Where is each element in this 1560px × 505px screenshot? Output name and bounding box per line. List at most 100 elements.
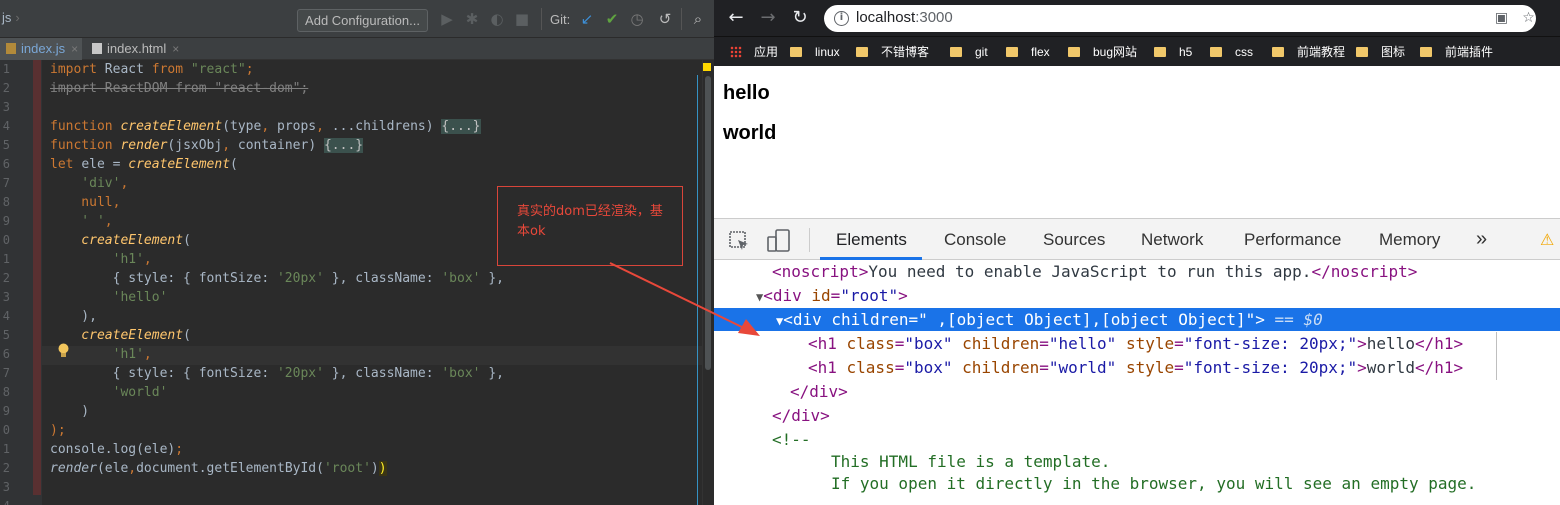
code-line[interactable]: { style: { fontSize: '20px' }, className… [50, 269, 504, 288]
close-icon[interactable]: × [71, 42, 78, 56]
warning-icon[interactable]: ⚠ [1540, 231, 1558, 249]
address-bar[interactable]: i localhost:3000 ▣ ☆ [824, 5, 1536, 32]
selected-dom-row[interactable]: ▼<div children=" ,[object Object],[objec… [714, 308, 1560, 331]
git-rollback-icon[interactable]: ↺ [655, 9, 675, 29]
bookmark-item[interactable]: 图标 [1356, 44, 1405, 60]
comment-line: This HTML file is a template. [831, 450, 1110, 474]
tab-performance[interactable]: Performance [1244, 230, 1341, 250]
lightbulb-icon[interactable] [57, 343, 70, 358]
code-editor[interactable]: 1 2 3 4 5 6 7 8 9 0 1 2 3 4 5 6 7 8 9 0 1 2 3 4 import React fro… [0, 60, 704, 505]
code-token: }, className: [323, 271, 442, 286]
code-line[interactable]: ) [50, 402, 89, 421]
dom-node-h1-hello[interactable]: <h1 class="box" children="hello" style="… [808, 332, 1463, 356]
code-line[interactable]: ' ', [50, 212, 113, 231]
dom-node-h1-world[interactable]: <h1 class="box" children="world" style="… [808, 356, 1463, 380]
bookmark-label: 图标 [1381, 45, 1406, 59]
code-line[interactable]: function render(jsxObj, container) {...} [50, 136, 364, 155]
code-line[interactable]: { style: { fontSize: '20px' }, className… [50, 364, 504, 383]
inspection-marker[interactable] [703, 63, 711, 71]
code-line[interactable]: 'hello' [50, 288, 168, 307]
add-configuration-button[interactable]: Add Configuration... [297, 9, 428, 32]
code-line[interactable]: ); [50, 421, 66, 440]
stop-icon[interactable]: ■ [512, 9, 532, 29]
dom-node-div-close[interactable]: </div> [790, 380, 848, 404]
code-line[interactable]: 'div', [50, 174, 128, 193]
code-token: , [222, 138, 238, 153]
line-number: 9 [2, 214, 10, 228]
code-line[interactable]: import ReactDOM from "react-dom"; [50, 79, 308, 98]
tab-elements[interactable]: Elements [836, 230, 907, 250]
attr-value: "world" [1048, 358, 1117, 377]
git-history-icon[interactable]: ◷ [627, 9, 647, 29]
line-number: 8 [2, 195, 10, 209]
elements-tree[interactable]: <noscript>You need to enable JavaScript … [714, 260, 1560, 505]
git-update-icon[interactable]: ↙ [577, 9, 597, 29]
code-token: , [120, 176, 129, 191]
coverage-icon[interactable]: ◐ [487, 9, 507, 29]
attr-name: children [962, 334, 1040, 353]
close-icon[interactable]: × [172, 42, 179, 56]
equals: = [1174, 358, 1184, 377]
code-line[interactable]: 'world' [50, 383, 168, 402]
tab-network[interactable]: Network [1141, 230, 1203, 250]
bookmark-item[interactable]: git [950, 44, 988, 60]
code-line[interactable]: 'h1', [50, 250, 152, 269]
dom-node-noscript[interactable]: <noscript>You need to enable JavaScript … [772, 260, 1417, 284]
code-line[interactable]: import React from "react"; [50, 60, 254, 79]
apps-grid-icon [730, 46, 742, 58]
scrollbar-thumb[interactable] [705, 76, 711, 370]
bookmark-item[interactable]: 前端插件 [1420, 44, 1493, 60]
dom-node-root[interactable]: ▼<div id="root"> [756, 284, 908, 308]
equals: = [894, 334, 905, 353]
bookmark-item[interactable]: flex [1006, 44, 1050, 60]
bookmark-item[interactable]: css [1210, 44, 1253, 60]
code-token: , [143, 347, 152, 362]
more-tabs-icon[interactable]: » [1476, 228, 1487, 251]
code-line[interactable]: let ele = createElement( [50, 155, 238, 174]
git-commit-icon[interactable]: ✔ [602, 9, 622, 29]
translate-icon[interactable]: ▣ [1493, 10, 1510, 27]
code-line[interactable]: createElement( [50, 326, 191, 345]
dom-node-root-close[interactable]: </div> [772, 404, 830, 428]
forward-icon[interactable]: → [756, 6, 780, 30]
breadcrumb-file[interactable]: js [2, 10, 11, 25]
back-icon[interactable]: ← [724, 6, 748, 30]
bookmark-label: flex [1031, 45, 1050, 59]
info-icon[interactable]: i [834, 11, 849, 26]
dom-node-comment[interactable]: <!-- [772, 428, 811, 452]
tab-memory[interactable]: Memory [1379, 230, 1440, 250]
code-token: render [50, 461, 97, 476]
code-line[interactable]: render(ele,document.getElementById('root… [50, 459, 387, 478]
attr-name: id [811, 286, 831, 305]
bookmark-star-icon[interactable]: ☆ [1520, 10, 1537, 27]
code-token: , [104, 214, 113, 229]
bookmark-item[interactable]: linux [790, 44, 840, 60]
code-line[interactable]: ), [50, 307, 97, 326]
line-number: 5 [2, 328, 10, 342]
bookmark-item[interactable]: 应用 [730, 44, 778, 60]
line-number: 6 [2, 157, 10, 171]
breadcrumb[interactable]: js › [2, 10, 20, 25]
bookmark-item[interactable]: 不错博客 [856, 44, 929, 60]
tab-index-js[interactable]: index.js × [0, 38, 82, 60]
device-toolbar-icon[interactable] [766, 228, 792, 254]
code-line[interactable]: createElement( [50, 231, 191, 250]
url-text[interactable]: localhost:3000 [856, 9, 953, 26]
attr-name: class [846, 358, 895, 377]
bookmark-item[interactable]: h5 [1154, 44, 1192, 60]
inspect-element-icon[interactable] [728, 230, 750, 252]
dom-node-children-div[interactable]: ▼<div children=" ,[object Object],[objec… [776, 308, 1323, 332]
tab-index-html[interactable]: index.html × [86, 38, 190, 60]
text-node: You need to enable JavaScript to run thi… [868, 262, 1312, 281]
code-line[interactable]: null, [50, 193, 120, 212]
reload-icon[interactable]: ↻ [788, 6, 812, 30]
search-icon[interactable]: ⌕ [688, 9, 708, 29]
bookmark-item[interactable]: 前端教程 [1272, 44, 1345, 60]
tab-sources[interactable]: Sources [1043, 230, 1105, 250]
run-icon[interactable]: ▶ [437, 9, 457, 29]
debug-icon[interactable]: ✱ [462, 9, 482, 29]
code-line[interactable]: function createElement(type, props, ...c… [50, 117, 481, 136]
bookmark-item[interactable]: bug网站 [1068, 44, 1137, 60]
tab-console[interactable]: Console [944, 230, 1006, 250]
code-line[interactable]: console.log(ele); [50, 440, 183, 459]
